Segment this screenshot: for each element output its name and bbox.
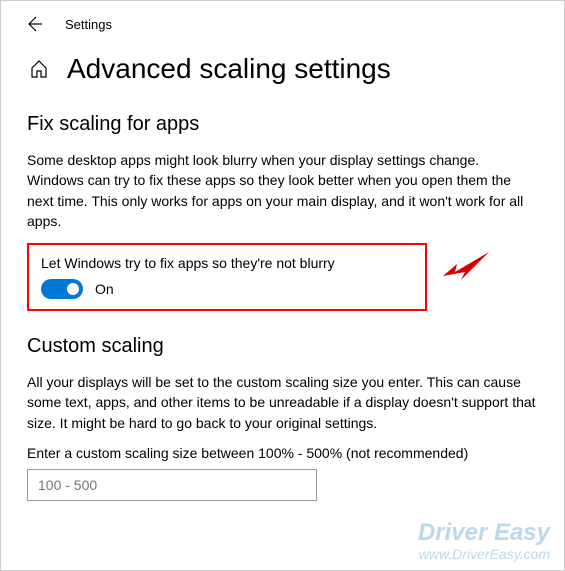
blurry-fix-toggle-label: Let Windows try to fix apps so they're n…: [41, 255, 413, 271]
custom-scaling-description: All your displays will be set to the cus…: [27, 372, 538, 433]
arrow-annotation-icon: [441, 246, 491, 291]
page-title: Advanced scaling settings: [67, 53, 391, 85]
custom-scaling-heading: Custom scaling: [27, 335, 538, 358]
custom-scaling-input-label: Enter a custom scaling size between 100%…: [27, 445, 538, 461]
home-icon[interactable]: [29, 59, 49, 79]
watermark-title: Driver Easy: [418, 520, 550, 546]
custom-scaling-input[interactable]: [27, 469, 317, 501]
highlight-box: Let Windows try to fix apps so they're n…: [27, 243, 427, 311]
blurry-fix-toggle[interactable]: [41, 279, 83, 299]
fix-scaling-heading: Fix scaling for apps: [27, 113, 538, 136]
watermark: Driver Easy www.DriverEasy.com: [418, 520, 550, 562]
toggle-state-text: On: [95, 281, 114, 297]
top-bar: Settings: [1, 1, 564, 33]
watermark-url: www.DriverEasy.com: [418, 546, 550, 562]
toggle-row: On: [41, 279, 413, 299]
fix-scaling-description: Some desktop apps might look blurry when…: [27, 150, 538, 231]
title-row: Advanced scaling settings: [1, 33, 564, 95]
back-arrow-icon[interactable]: [25, 15, 43, 33]
custom-scaling-section: Custom scaling All your displays will be…: [1, 311, 564, 501]
toggle-knob: [67, 283, 79, 295]
settings-label: Settings: [65, 17, 112, 32]
